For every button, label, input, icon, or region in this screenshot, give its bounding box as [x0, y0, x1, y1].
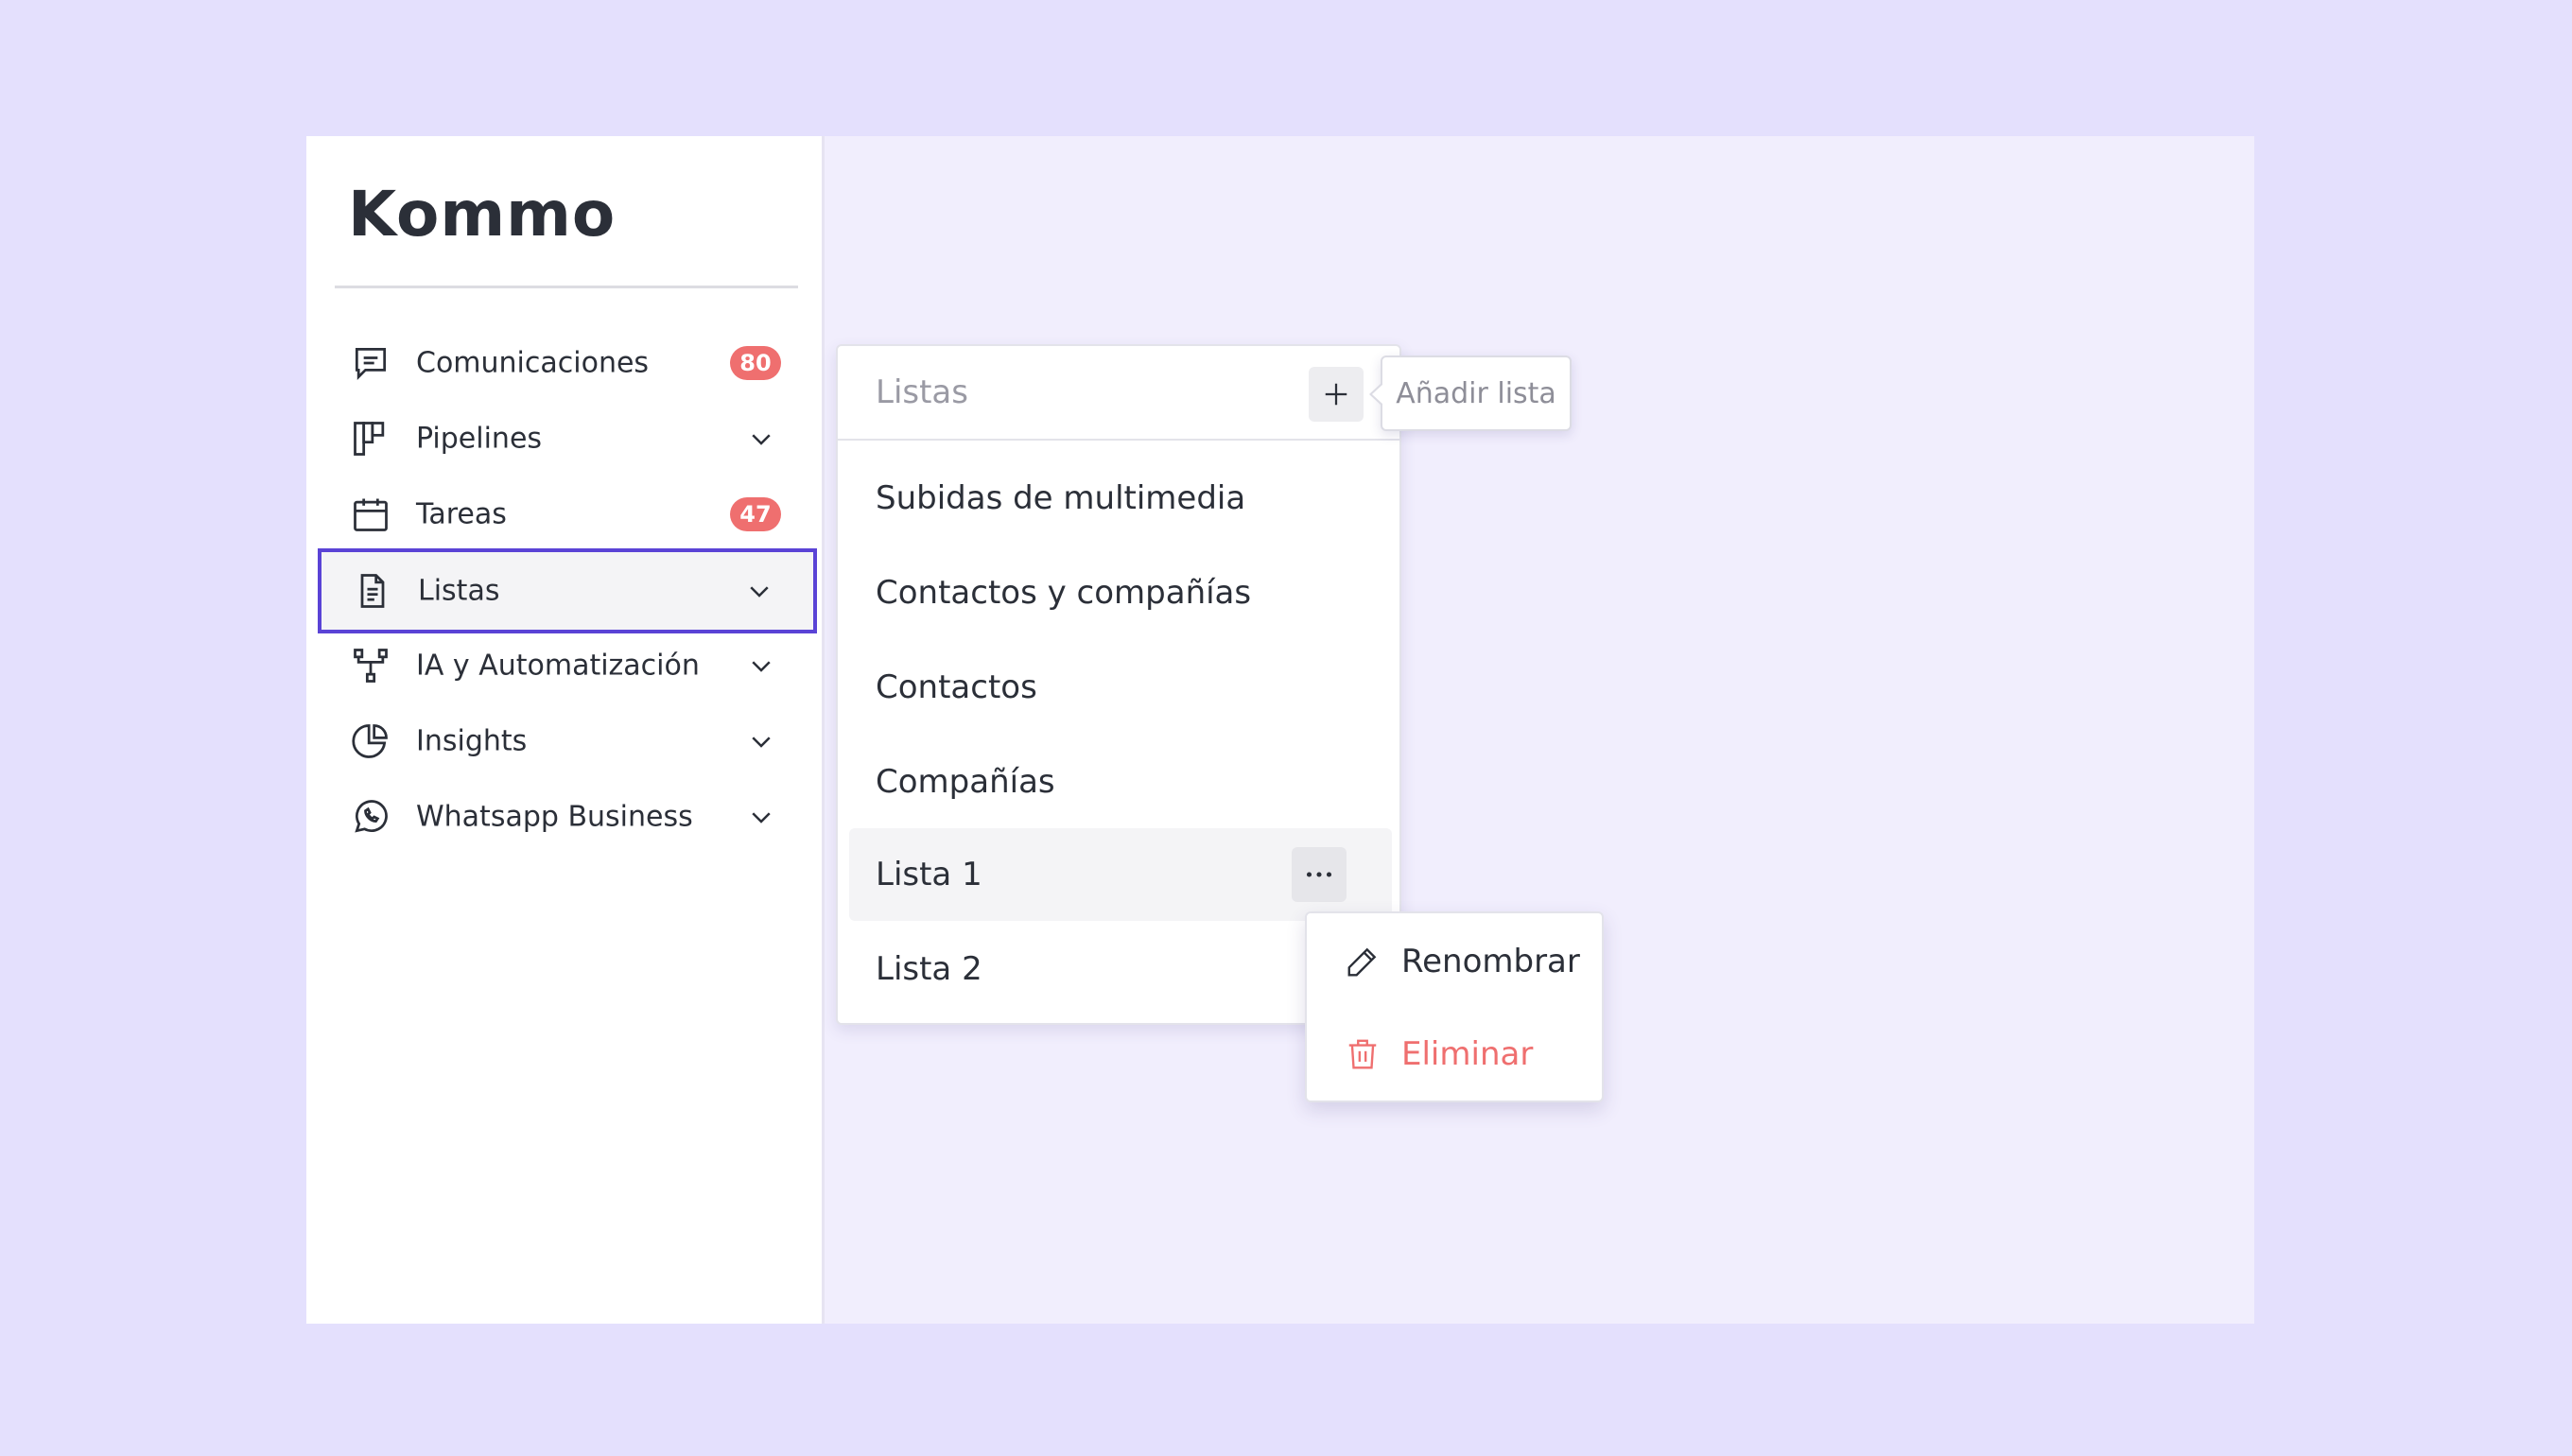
lists-panel-header: Listas [838, 346, 1399, 441]
chevron-down-icon[interactable] [747, 727, 775, 755]
list-context-menu: Renombrar Eliminar [1305, 911, 1604, 1102]
document-icon [360, 574, 385, 608]
list-item[interactable]: Contactos y compañías [849, 546, 1392, 639]
pie-chart-icon [352, 724, 388, 758]
list-item-label: Compañías [876, 763, 1055, 801]
sidebar: Kommo Comunicaciones 80 Pipelines Tareas… [306, 136, 825, 1324]
sidebar-item-tareas[interactable]: Tareas 47 [320, 477, 815, 552]
list-item-label: Contactos y compañías [876, 574, 1252, 612]
chevron-down-icon[interactable] [747, 803, 775, 831]
pipelines-icon [354, 422, 385, 456]
kommo-logo: Kommo [348, 178, 617, 251]
list-item-label: Contactos [876, 668, 1037, 706]
list-item[interactable]: Contactos [849, 641, 1392, 734]
sidebar-item-label: Listas [418, 574, 500, 608]
sidebar-item-insights[interactable]: Insights [320, 703, 815, 779]
trash-icon [1348, 1039, 1377, 1069]
sidebar-item-label: Tareas [416, 497, 507, 531]
sidebar-item-ia-automatizacion[interactable]: IA y Automatización [320, 628, 815, 703]
chevron-down-icon[interactable] [745, 577, 773, 605]
menu-item-label: Renombrar [1401, 943, 1580, 980]
lists-panel-title: Listas [876, 373, 968, 411]
sidebar-divider [335, 286, 798, 288]
sidebar-item-label: Comunicaciones [416, 346, 650, 380]
notification-badge: 47 [730, 497, 781, 531]
list-item[interactable]: Lista 1 [849, 828, 1392, 921]
pencil-icon [1347, 947, 1377, 977]
list-item-label: Subidas de multimedia [876, 479, 1246, 517]
whatsapp-icon [355, 800, 388, 833]
tooltip-text: Añadir lista [1396, 376, 1556, 410]
sidebar-item-listas[interactable]: Listas [318, 548, 817, 633]
sidebar-item-whatsapp-business[interactable]: Whatsapp Business [320, 779, 815, 855]
menu-item-label: Eliminar [1401, 1035, 1534, 1073]
sidebar-item-label: Insights [416, 724, 528, 758]
list-item[interactable]: Compañías [849, 736, 1392, 828]
add-list-tooltip: Añadir lista [1369, 355, 1572, 431]
automation-icon [354, 649, 388, 683]
sidebar-item-label: Pipelines [416, 422, 543, 456]
rename-menu-item[interactable]: Renombrar [1307, 915, 1602, 1008]
list-item-label: Lista 2 [876, 950, 982, 988]
plus-icon [1325, 383, 1347, 406]
chevron-down-icon[interactable] [747, 425, 775, 453]
more-horizontal-icon [1306, 872, 1332, 877]
calendar-icon [354, 498, 388, 531]
list-item-label: Lista 1 [876, 856, 982, 893]
delete-menu-item[interactable]: Eliminar [1307, 1008, 1602, 1101]
sidebar-item-label: IA y Automatización [416, 649, 700, 683]
list-item[interactable]: Subidas de multimedia [849, 452, 1392, 545]
more-options-button[interactable] [1292, 847, 1347, 902]
add-list-button[interactable] [1309, 367, 1364, 422]
sidebar-item-comunicaciones[interactable]: Comunicaciones 80 [320, 325, 815, 401]
sidebar-item-label: Whatsapp Business [416, 800, 693, 834]
chevron-down-icon[interactable] [747, 651, 775, 680]
notification-badge: 80 [730, 346, 781, 380]
sidebar-item-pipelines[interactable]: Pipelines [320, 401, 815, 477]
chat-icon [355, 347, 387, 380]
